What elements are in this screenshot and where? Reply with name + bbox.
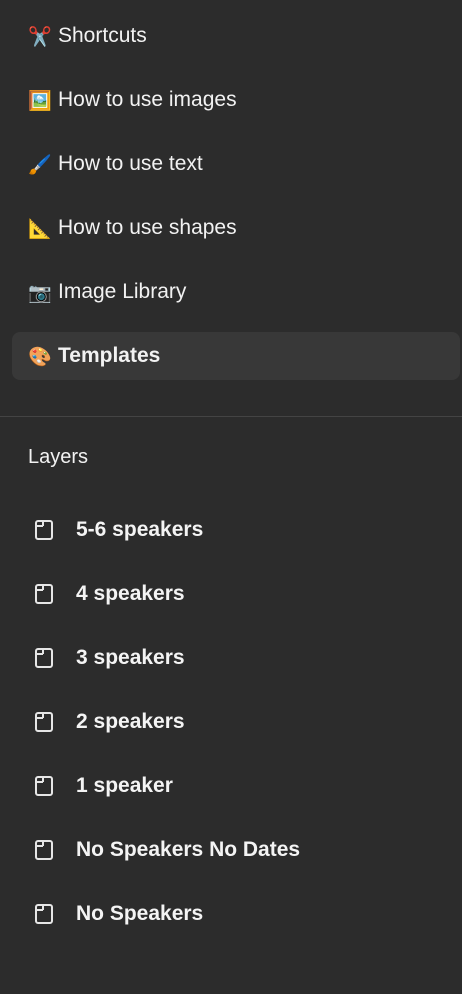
layer-row[interactable]: No Speakers — [0, 890, 462, 938]
page-item-how-to-use-shapes[interactable]: 📐 How to use shapes — [12, 204, 460, 252]
layer-row[interactable]: 1 speaker — [0, 762, 462, 810]
layer-row[interactable]: 2 speakers — [0, 698, 462, 746]
camera-icon: 📷 — [28, 281, 52, 304]
frame-icon — [33, 775, 55, 797]
layer-label: 3 speakers — [76, 646, 185, 669]
scissors-icon: ✂️ — [28, 25, 52, 48]
frame-icon — [33, 903, 55, 925]
layer-label: 1 speaker — [76, 774, 173, 797]
layers-heading: Layers — [28, 446, 89, 468]
layer-label: 4 speakers — [76, 582, 185, 605]
triangle-ruler-icon: 📐 — [28, 217, 52, 240]
page-item-label: Shortcuts — [58, 24, 147, 47]
page-item-label: Image Library — [58, 280, 187, 303]
frame-icon — [33, 711, 55, 733]
layer-label: 2 speakers — [76, 710, 185, 733]
frame-icon — [33, 839, 55, 861]
frame-icon — [33, 647, 55, 669]
page-item-shortcuts[interactable]: ✂️ Shortcuts — [12, 12, 460, 60]
page-item-how-to-use-images[interactable]: 🖼️ How to use images — [12, 76, 460, 124]
pages-list: ✂️ Shortcuts 🖼️ How to use images 🖌️ How… — [0, 12, 462, 396]
paintbrush-icon: 🖌️ — [28, 153, 52, 176]
layers-list: 5-6 speakers 4 speakers 3 speakers 2 spe… — [0, 506, 462, 954]
layer-label: No Speakers — [76, 902, 204, 925]
layer-row[interactable]: 5-6 speakers — [0, 506, 462, 554]
layer-row[interactable]: No Speakers No Dates — [0, 826, 462, 874]
layer-row[interactable]: 3 speakers — [0, 634, 462, 682]
layer-label: 5-6 speakers — [76, 518, 204, 541]
picture-icon: 🖼️ — [28, 89, 52, 112]
page-item-label: Templates — [58, 344, 161, 367]
layer-row[interactable]: 4 speakers — [0, 570, 462, 618]
page-item-templates[interactable]: 🎨 Templates — [12, 332, 460, 380]
frame-icon — [33, 583, 55, 605]
page-item-label: How to use text — [58, 152, 203, 175]
palette-icon: 🎨 — [28, 345, 52, 368]
page-item-label: How to use shapes — [58, 216, 237, 239]
frame-icon — [33, 519, 55, 541]
layer-label: No Speakers No Dates — [76, 838, 301, 861]
page-item-label: How to use images — [58, 88, 237, 111]
page-item-image-library[interactable]: 📷 Image Library — [12, 268, 460, 316]
page-item-how-to-use-text[interactable]: 🖌️ How to use text — [12, 140, 460, 188]
section-divider — [0, 416, 462, 417]
